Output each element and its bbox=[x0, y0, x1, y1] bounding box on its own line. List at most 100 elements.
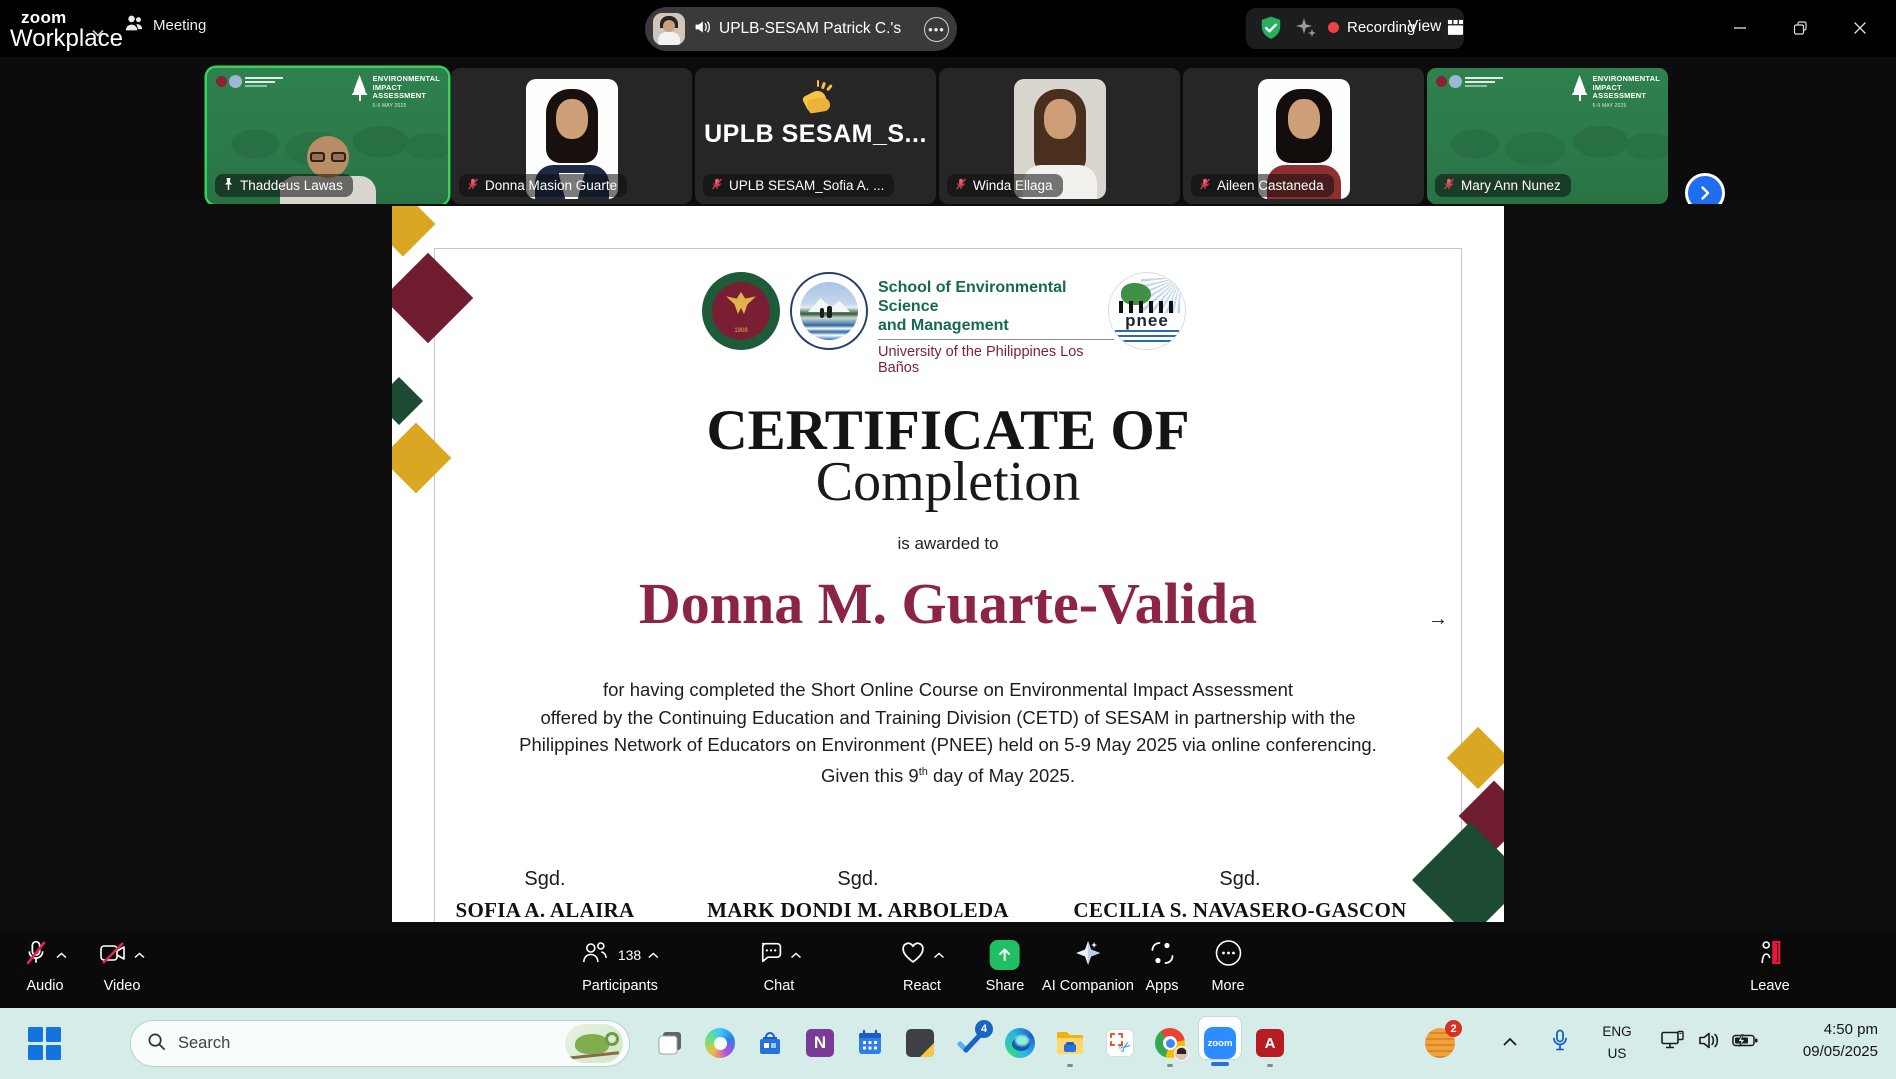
chat-caret-icon[interactable] bbox=[791, 946, 802, 964]
microsoft-store-icon[interactable] bbox=[753, 1026, 787, 1060]
recording-dot-icon bbox=[1328, 22, 1339, 33]
todo-icon[interactable]: 4 bbox=[953, 1026, 987, 1060]
file-explorer-icon[interactable] bbox=[1053, 1026, 1087, 1060]
audio-button[interactable]: Audio bbox=[23, 939, 67, 994]
pnee-logo: pnee bbox=[1108, 272, 1186, 350]
participant-tile-thaddeus[interactable]: ENVIRONMENTALIMPACTASSESSMENT5-9 MAY 202… bbox=[207, 68, 448, 204]
close-button[interactable] bbox=[1845, 14, 1875, 42]
calendar-app-icon[interactable] bbox=[853, 1026, 887, 1060]
react-caret-icon[interactable] bbox=[934, 946, 945, 964]
tray-chevron-icon[interactable] bbox=[1503, 1034, 1518, 1052]
share-button[interactable]: Share bbox=[986, 939, 1025, 994]
muted-mic-icon bbox=[1442, 177, 1456, 194]
participant-tile-maryann[interactable]: ENVIRONMENTALIMPACTASSESSMENT5-9 MAY 202… bbox=[1427, 68, 1668, 204]
participant-display-name: UPLB SESAM_S... bbox=[695, 120, 936, 149]
recipient-name: Donna M. Guarte-Valida bbox=[392, 570, 1504, 637]
apps-button[interactable]: Apps bbox=[1145, 939, 1178, 994]
restore-button[interactable] bbox=[1785, 14, 1815, 42]
signature-block: Sgd. MARK DONDI M. ARBOLEDA bbox=[668, 868, 1048, 922]
tray-battery-icon[interactable] bbox=[1732, 1034, 1758, 1053]
speaker-icon bbox=[693, 19, 711, 40]
muted-mic-icon bbox=[710, 177, 724, 194]
taskbar-search-box[interactable]: Search bbox=[130, 1020, 630, 1067]
start-button[interactable] bbox=[28, 1027, 62, 1061]
participant-tile-aileen[interactable]: Aileen Castaneda bbox=[1183, 68, 1424, 204]
react-button[interactable]: React bbox=[900, 939, 945, 994]
decor-diamond bbox=[392, 206, 436, 257]
view-button-label[interactable]: View bbox=[1408, 18, 1441, 36]
video-strip: ENVIRONMENTALIMPACTASSESSMENT5-9 MAY 202… bbox=[0, 57, 1896, 204]
minimize-button[interactable] bbox=[1725, 14, 1755, 42]
tray-app-icon[interactable]: 2 bbox=[1425, 1028, 1455, 1058]
participant-name-pill: UPLB SESAM_Sofia A. ... bbox=[703, 174, 894, 197]
participant-name-pill: Thaddeus Lawas bbox=[215, 174, 353, 197]
participants-icon bbox=[581, 940, 609, 971]
task-view-icon[interactable] bbox=[653, 1026, 687, 1060]
ai-companion-icon bbox=[1074, 939, 1102, 972]
sticky-notes-icon[interactable] bbox=[903, 1026, 937, 1060]
search-highlight-image[interactable] bbox=[565, 1024, 623, 1063]
view-grid-icon[interactable] bbox=[1447, 19, 1464, 41]
tray-clock[interactable]: 4:50 pm09/05/2025 bbox=[1803, 1019, 1878, 1063]
tray-mic-icon[interactable] bbox=[1552, 1030, 1568, 1057]
ai-sparkle-icon[interactable] bbox=[1294, 16, 1318, 45]
video-button[interactable]: Video bbox=[99, 939, 145, 994]
leave-button[interactable]: Leave bbox=[1750, 939, 1790, 994]
search-placeholder: Search bbox=[178, 1034, 553, 1053]
signature-block: Sgd. CECILIA S. NAVASERO-GASCON bbox=[1050, 868, 1430, 922]
muted-mic-icon bbox=[466, 177, 480, 194]
clapping-hands-reaction-icon bbox=[798, 84, 834, 114]
participant-name-pill: Mary Ann Nunez bbox=[1435, 174, 1571, 197]
tray-speaker-icon[interactable] bbox=[1698, 1031, 1720, 1056]
edge-icon[interactable] bbox=[1003, 1026, 1037, 1060]
awarded-line: is awarded to bbox=[392, 534, 1504, 554]
title-bar: zoom Workplace Meeting UPLB-SESAM Patric… bbox=[0, 0, 1896, 57]
workplace-logo: Workplace bbox=[10, 25, 123, 53]
more-button[interactable]: More bbox=[1211, 939, 1244, 994]
chat-icon bbox=[757, 940, 784, 971]
meeting-people-icon bbox=[124, 14, 144, 36]
more-icon bbox=[1214, 939, 1242, 972]
sesam-seal-logo bbox=[790, 272, 868, 350]
zoom-app-icon[interactable]: zoom bbox=[1203, 1026, 1237, 1060]
heart-icon bbox=[900, 940, 927, 970]
search-icon bbox=[147, 1032, 166, 1056]
certificate-body: for having completed the Short Online Co… bbox=[392, 676, 1504, 789]
muted-mic-icon bbox=[1198, 177, 1212, 194]
zoom-meeting-window: zoom Workplace Meeting UPLB-SESAM Patric… bbox=[0, 0, 1896, 1079]
audio-caret-icon[interactable] bbox=[56, 946, 67, 964]
participant-name-pill: Aileen Castaneda bbox=[1191, 174, 1334, 197]
zoom-toolbar: Audio Video 138 Participants Chat React … bbox=[0, 931, 1896, 1008]
zoom-running-indicator bbox=[1211, 1062, 1229, 1066]
security-shield-icon[interactable] bbox=[1258, 15, 1284, 46]
participant-name-pill: Winda Ellaga bbox=[947, 174, 1063, 197]
video-caret-icon[interactable] bbox=[134, 946, 145, 964]
presenter-avatar bbox=[653, 13, 685, 45]
workspace-chevron-icon[interactable] bbox=[92, 24, 104, 42]
participants-caret-icon[interactable] bbox=[648, 946, 659, 964]
camera-off-icon bbox=[99, 940, 127, 971]
shared-screen-stage: 1908 School of Environmental Scienceand … bbox=[0, 204, 1896, 931]
tree-icon bbox=[352, 75, 368, 101]
snipping-tool-icon[interactable]: ✂ bbox=[1103, 1026, 1137, 1060]
tray-language[interactable]: ENGUS bbox=[1602, 1021, 1631, 1065]
acrobat-icon[interactable]: A bbox=[1253, 1026, 1287, 1060]
recording-label: Recording bbox=[1347, 19, 1415, 36]
chat-button[interactable]: Chat bbox=[757, 939, 802, 994]
onenote-icon[interactable]: N bbox=[803, 1026, 837, 1060]
participant-tile-donna[interactable]: Donna Masion Guarte bbox=[451, 68, 692, 204]
banner-more-icon[interactable]: ••• bbox=[924, 17, 949, 42]
copilot-icon[interactable] bbox=[703, 1026, 737, 1060]
chrome-icon[interactable] bbox=[1153, 1026, 1187, 1060]
participant-tile-winda[interactable]: Winda Ellaga bbox=[939, 68, 1180, 204]
shared-screen-banner[interactable]: UPLB-SESAM Patrick C.'s scre ••• bbox=[645, 7, 957, 51]
participant-tile-sofia[interactable]: UPLB SESAM_S... UPLB SESAM_Sofia A. ... bbox=[695, 68, 936, 204]
participants-button[interactable]: 138 Participants bbox=[581, 939, 659, 994]
tray-network-icon[interactable] bbox=[1661, 1031, 1685, 1056]
ai-companion-button[interactable]: AI Companion bbox=[1042, 939, 1134, 994]
apps-icon bbox=[1149, 940, 1175, 971]
tree-icon bbox=[1572, 75, 1588, 101]
certificate-document: 1908 School of Environmental Scienceand … bbox=[392, 206, 1504, 922]
meeting-tab-label: Meeting bbox=[153, 17, 206, 34]
tab-meeting[interactable]: Meeting bbox=[124, 14, 206, 36]
